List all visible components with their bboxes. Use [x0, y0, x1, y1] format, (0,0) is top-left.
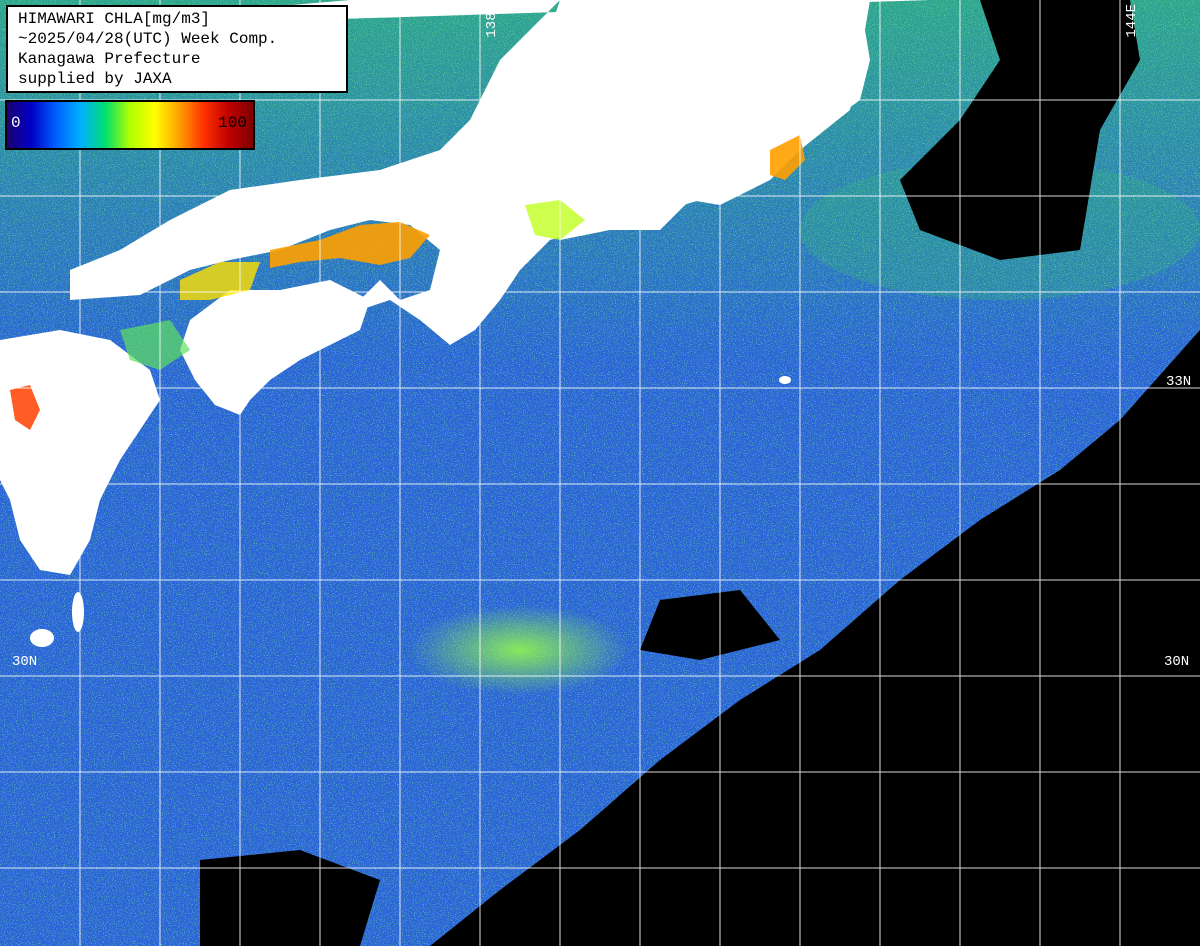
lat-label-30n-right: 30N — [1164, 654, 1190, 670]
colorbar: 0 100 — [5, 100, 255, 150]
colorbar-min-label: 0 — [11, 114, 21, 132]
lon-label-138e: 138E — [484, 4, 500, 38]
provider-prefecture: Kanagawa Prefecture — [18, 50, 201, 68]
lat-label-33n-right: 33N — [1166, 374, 1192, 390]
colorbar-max-label: 100 — [218, 114, 247, 132]
legend-info-box: HIMAWARI CHLA[mg/m3] ~2025/04/28(UTC) We… — [6, 5, 348, 93]
land-tanegashima — [30, 629, 54, 647]
lon-label-144e: 144E — [1124, 4, 1140, 38]
land-izu-island — [779, 376, 791, 384]
land-yakushima — [72, 592, 84, 632]
composite-date: ~2025/04/28(UTC) Week Comp. — [18, 30, 278, 48]
lat-label-33n-left: 33N — [10, 374, 36, 390]
lat-label-30n-left: 30N — [12, 654, 38, 670]
product-title: HIMAWARI CHLA[mg/m3] — [18, 10, 211, 28]
data-credit: supplied by JAXA — [18, 70, 172, 88]
